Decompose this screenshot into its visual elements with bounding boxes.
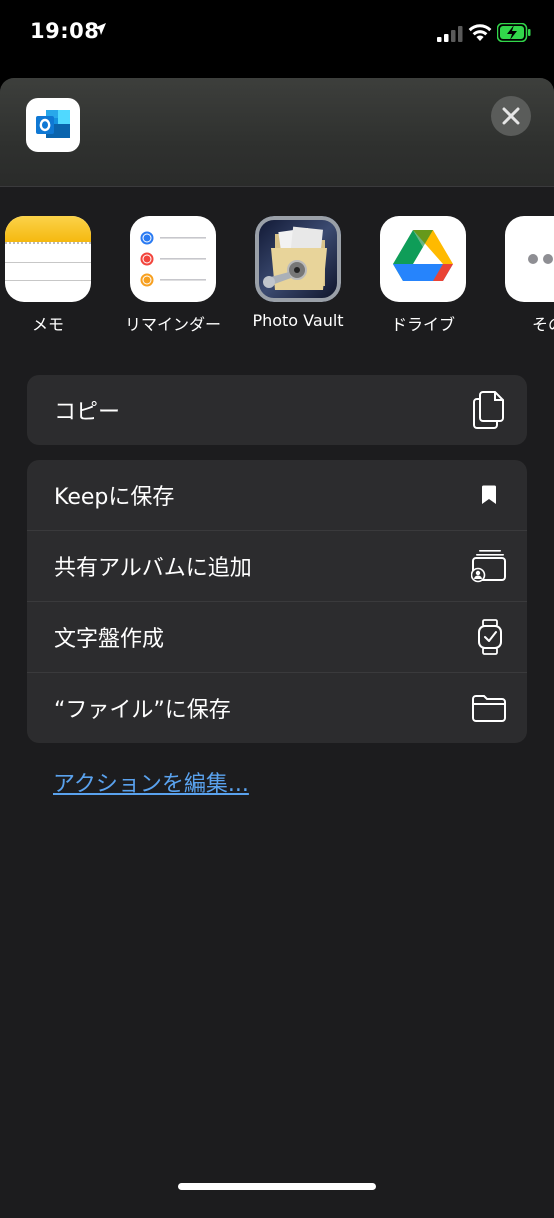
copy-group: コピー	[27, 375, 527, 445]
share-sheet: メモ リマインダー Photo Vault ドライブ そ コピー Keepに保存…	[0, 78, 554, 1218]
notes-icon	[5, 216, 91, 302]
app-google-drive[interactable]: ドライブ	[368, 216, 478, 335]
app-reminders[interactable]: リマインダー	[118, 216, 228, 335]
watch-icon	[477, 619, 503, 655]
header-divider	[0, 186, 554, 187]
folder-icon	[471, 693, 507, 723]
location-arrow-icon	[94, 23, 106, 35]
status-time: 19:08	[30, 19, 100, 43]
wifi-icon	[468, 24, 492, 41]
copy-action[interactable]: コピー	[27, 375, 527, 445]
action-create-watch-face[interactable]: 文字盤作成	[27, 601, 527, 672]
action-save-to-keep[interactable]: Keepに保存	[27, 460, 527, 530]
action-label: 文字盤作成	[54, 627, 165, 652]
close-button[interactable]	[491, 96, 531, 136]
bookmark-icon	[481, 485, 497, 505]
app-label: Photo Vault	[252, 311, 344, 330]
action-label: “ファイル”に保存	[54, 698, 231, 723]
photo-vault-icon	[255, 216, 341, 302]
cellular-signal-icon	[437, 26, 463, 42]
status-bar: 19:08	[0, 0, 554, 70]
app-label: その	[531, 315, 554, 334]
battery-charging-icon	[497, 23, 531, 42]
copy-label: コピー	[54, 400, 121, 425]
close-icon	[502, 107, 520, 125]
shared-album-icon	[471, 549, 507, 583]
share-app-row[interactable]: メモ リマインダー Photo Vault ドライブ そ	[0, 216, 554, 336]
app-photo-vault[interactable]: Photo Vault	[243, 216, 353, 330]
app-label: ドライブ	[390, 315, 455, 334]
action-add-to-shared-album[interactable]: 共有アルバムに追加	[27, 530, 527, 601]
reminders-icon	[130, 216, 216, 302]
more-icon	[505, 216, 554, 302]
action-label: 共有アルバムに追加	[54, 556, 252, 581]
share-sheet-header	[0, 78, 554, 186]
home-indicator[interactable]	[178, 1183, 376, 1190]
app-label: リマインダー	[124, 315, 221, 334]
edit-actions-link[interactable]: アクションを編集...	[53, 766, 249, 798]
app-label: メモ	[31, 315, 64, 334]
action-label: Keepに保存	[54, 485, 175, 510]
actions-group: Keepに保存 共有アルバムに追加 文字盤作成 “ファイル”に保存	[27, 460, 527, 743]
app-notes[interactable]: メモ	[0, 216, 103, 335]
copy-icon	[471, 390, 507, 430]
action-save-to-files[interactable]: “ファイル”に保存	[27, 672, 527, 743]
outlook-app-icon	[26, 98, 80, 152]
outlook-logo-icon	[36, 110, 70, 138]
app-more[interactable]: その	[493, 216, 554, 335]
google-drive-icon	[380, 216, 466, 302]
